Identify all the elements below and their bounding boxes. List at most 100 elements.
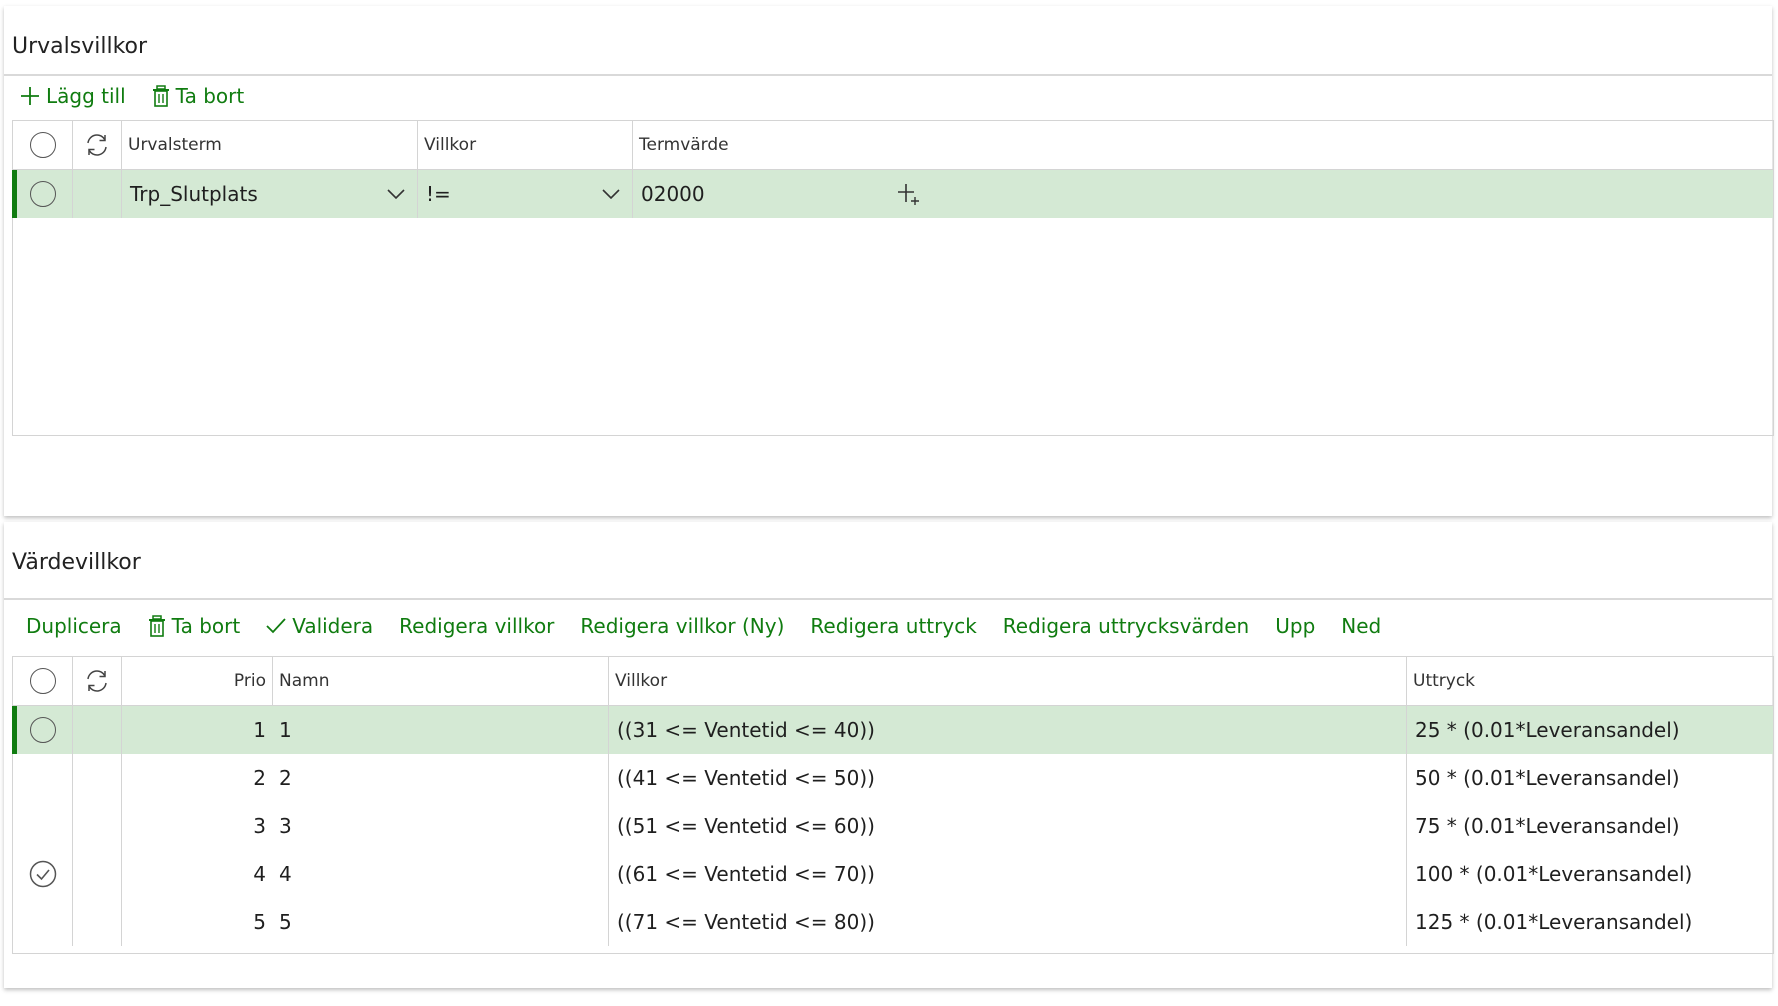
- row-circle-icon: [29, 717, 56, 743]
- column-header-villkor[interactable]: Villkor: [418, 121, 633, 169]
- checked-circle-icon: [29, 860, 56, 888]
- row-select-checkbox[interactable]: [13, 850, 73, 898]
- column-header-termvarde[interactable]: Termvärde: [633, 121, 1773, 169]
- uttryck-cell: 100 * (0.01*Leveransandel): [1415, 862, 1693, 886]
- namn-cell: 3: [273, 802, 609, 850]
- namn-cell: 2: [273, 754, 609, 802]
- uttryck-cell: 125 * (0.01*Leveransandel): [1415, 910, 1693, 934]
- row-select-checkbox[interactable]: [13, 706, 73, 754]
- row-gutter: [73, 706, 122, 754]
- namn-cell: 1: [273, 706, 609, 754]
- move-down-button[interactable]: Ned: [1341, 614, 1381, 638]
- urval-toolbar: Lägg till Ta bort: [20, 84, 244, 108]
- row-gutter: [73, 802, 122, 850]
- villkor-cell: ((51 <= Ventetid <= 60)): [609, 802, 1407, 850]
- move-down-label: Ned: [1341, 614, 1382, 638]
- vardevillkor-title: Värdevillkor: [12, 550, 141, 575]
- urvalsvillkor-title: Urvalsvillkor: [12, 34, 148, 59]
- select-all-checkbox[interactable]: [13, 121, 73, 169]
- edit-expression-button[interactable]: Redigera uttryck: [810, 614, 976, 638]
- column-header-villkor[interactable]: Villkor: [609, 657, 1407, 705]
- prio-cell: 1: [253, 718, 266, 742]
- villkor-select[interactable]: !=: [418, 170, 633, 218]
- checkmark-icon: [266, 618, 286, 634]
- select-all-circle-icon: [29, 668, 56, 694]
- row-select-checkbox[interactable]: [13, 802, 73, 850]
- table-row[interactable]: 5 5 ((71 <= Ventetid <= 80)) 125 * (0.01…: [13, 898, 1773, 946]
- namn-cell: 5: [273, 898, 609, 946]
- row-gutter: [73, 170, 122, 218]
- chevron-down-icon: [602, 189, 620, 199]
- uttryck-cell: 50 * (0.01*Leveransandel): [1415, 766, 1680, 790]
- column-header-namn[interactable]: Namn: [273, 657, 609, 705]
- row-select-checkbox[interactable]: [13, 170, 73, 218]
- edit-expression-values-button[interactable]: Redigera uttrycksvärden: [1003, 614, 1249, 638]
- urvalsterm-select[interactable]: Trp_Slutplats: [122, 170, 418, 218]
- edit-expression-label: Redigera uttryck: [810, 614, 977, 638]
- table-row[interactable]: Trp_Slutplats != 02000: [12, 170, 1773, 218]
- edit-conditions-label: Redigera villkor: [399, 614, 555, 638]
- row-select-checkbox[interactable]: [13, 754, 73, 802]
- urvalsterm-value: Trp_Slutplats: [130, 182, 258, 206]
- validate-button[interactable]: Validera: [266, 614, 373, 638]
- varde-grid-header: Prio Namn Villkor Uttryck: [13, 657, 1773, 706]
- table-row[interactable]: 1 1 ((31 <= Ventetid <= 40)) 25 * (0.01*…: [12, 706, 1773, 754]
- row-gutter: [73, 898, 122, 946]
- delete-button-label: Ta bort: [171, 614, 241, 638]
- vardevillkor-section: Värdevillkor Duplicera Ta bort Validera …: [4, 522, 1774, 988]
- column-header-uttryck[interactable]: Uttryck: [1407, 657, 1773, 705]
- termvarde-value: 02000: [641, 182, 705, 206]
- table-row[interactable]: 4 4 ((61 <= Ventetid <= 70)) 100 * (0.01…: [13, 850, 1773, 898]
- villkor-cell: ((61 <= Ventetid <= 70)): [609, 850, 1407, 898]
- row-gutter: [73, 850, 122, 898]
- column-header-urvalsterm[interactable]: Urvalsterm: [122, 121, 418, 169]
- table-row[interactable]: 2 2 ((41 <= Ventetid <= 50)) 50 * (0.01*…: [13, 754, 1773, 802]
- urvalsvillkor-section: Urvalsvillkor Lägg till Ta bort Urvalste…: [4, 6, 1774, 516]
- plus-icon: [21, 87, 39, 105]
- duplicate-button[interactable]: Duplicera: [26, 614, 122, 638]
- trash-icon: [148, 615, 165, 637]
- refresh-button[interactable]: [73, 121, 122, 169]
- edit-conditions-new-button[interactable]: Redigera villkor (Ny): [580, 614, 784, 638]
- add-button[interactable]: Lägg till: [20, 84, 126, 108]
- urval-grid-header: Urvalsterm Villkor Termvärde: [13, 121, 1773, 170]
- add-value-icon[interactable]: [897, 182, 921, 206]
- edit-conditions-button[interactable]: Redigera villkor: [399, 614, 554, 638]
- delete-button[interactable]: Ta bort: [152, 84, 244, 108]
- prio-cell: 5: [253, 910, 266, 934]
- column-header-prio[interactable]: Prio: [122, 657, 273, 705]
- move-up-button[interactable]: Upp: [1275, 614, 1315, 638]
- villkor-cell: ((31 <= Ventetid <= 40)): [609, 706, 1407, 754]
- refresh-button[interactable]: [73, 657, 122, 705]
- duplicate-button-label: Duplicera: [26, 614, 122, 638]
- prio-cell: 2: [253, 766, 266, 790]
- villkor-cell: ((71 <= Ventetid <= 80)): [609, 898, 1407, 946]
- delete-button[interactable]: Ta bort: [148, 614, 241, 638]
- refresh-icon: [87, 670, 107, 692]
- prio-cell: 4: [253, 862, 266, 886]
- table-row[interactable]: 3 3 ((51 <= Ventetid <= 60)) 75 * (0.01*…: [13, 802, 1773, 850]
- uttryck-cell: 75 * (0.01*Leveransandel): [1415, 814, 1680, 838]
- validate-button-label: Validera: [292, 614, 374, 638]
- termvarde-field[interactable]: 02000: [633, 170, 1773, 218]
- select-all-checkbox[interactable]: [13, 657, 73, 705]
- row-circle-icon: [29, 181, 56, 207]
- row-gutter: [73, 754, 122, 802]
- refresh-icon: [87, 134, 107, 156]
- villkor-cell: ((41 <= Ventetid <= 50)): [609, 754, 1407, 802]
- villkor-value: !=: [426, 182, 451, 206]
- divider: [4, 74, 1772, 76]
- row-select-checkbox[interactable]: [13, 898, 73, 946]
- prio-cell: 3: [253, 814, 266, 838]
- chevron-down-icon: [387, 189, 405, 199]
- move-up-label: Upp: [1275, 614, 1316, 638]
- uttryck-cell: 25 * (0.01*Leveransandel): [1415, 718, 1680, 742]
- edit-expression-values-label: Redigera uttrycksvärden: [1002, 614, 1250, 638]
- add-button-label: Lägg till: [46, 84, 126, 108]
- select-all-circle-icon: [29, 132, 56, 158]
- varde-grid: Prio Namn Villkor Uttryck 1 1 ((31 <= Ve…: [12, 656, 1774, 954]
- urval-grid: Urvalsterm Villkor Termvärde Trp_Slutpla…: [12, 120, 1774, 436]
- namn-cell: 4: [273, 850, 609, 898]
- edit-conditions-new-label: Redigera villkor (Ny): [580, 614, 785, 638]
- divider: [4, 598, 1772, 600]
